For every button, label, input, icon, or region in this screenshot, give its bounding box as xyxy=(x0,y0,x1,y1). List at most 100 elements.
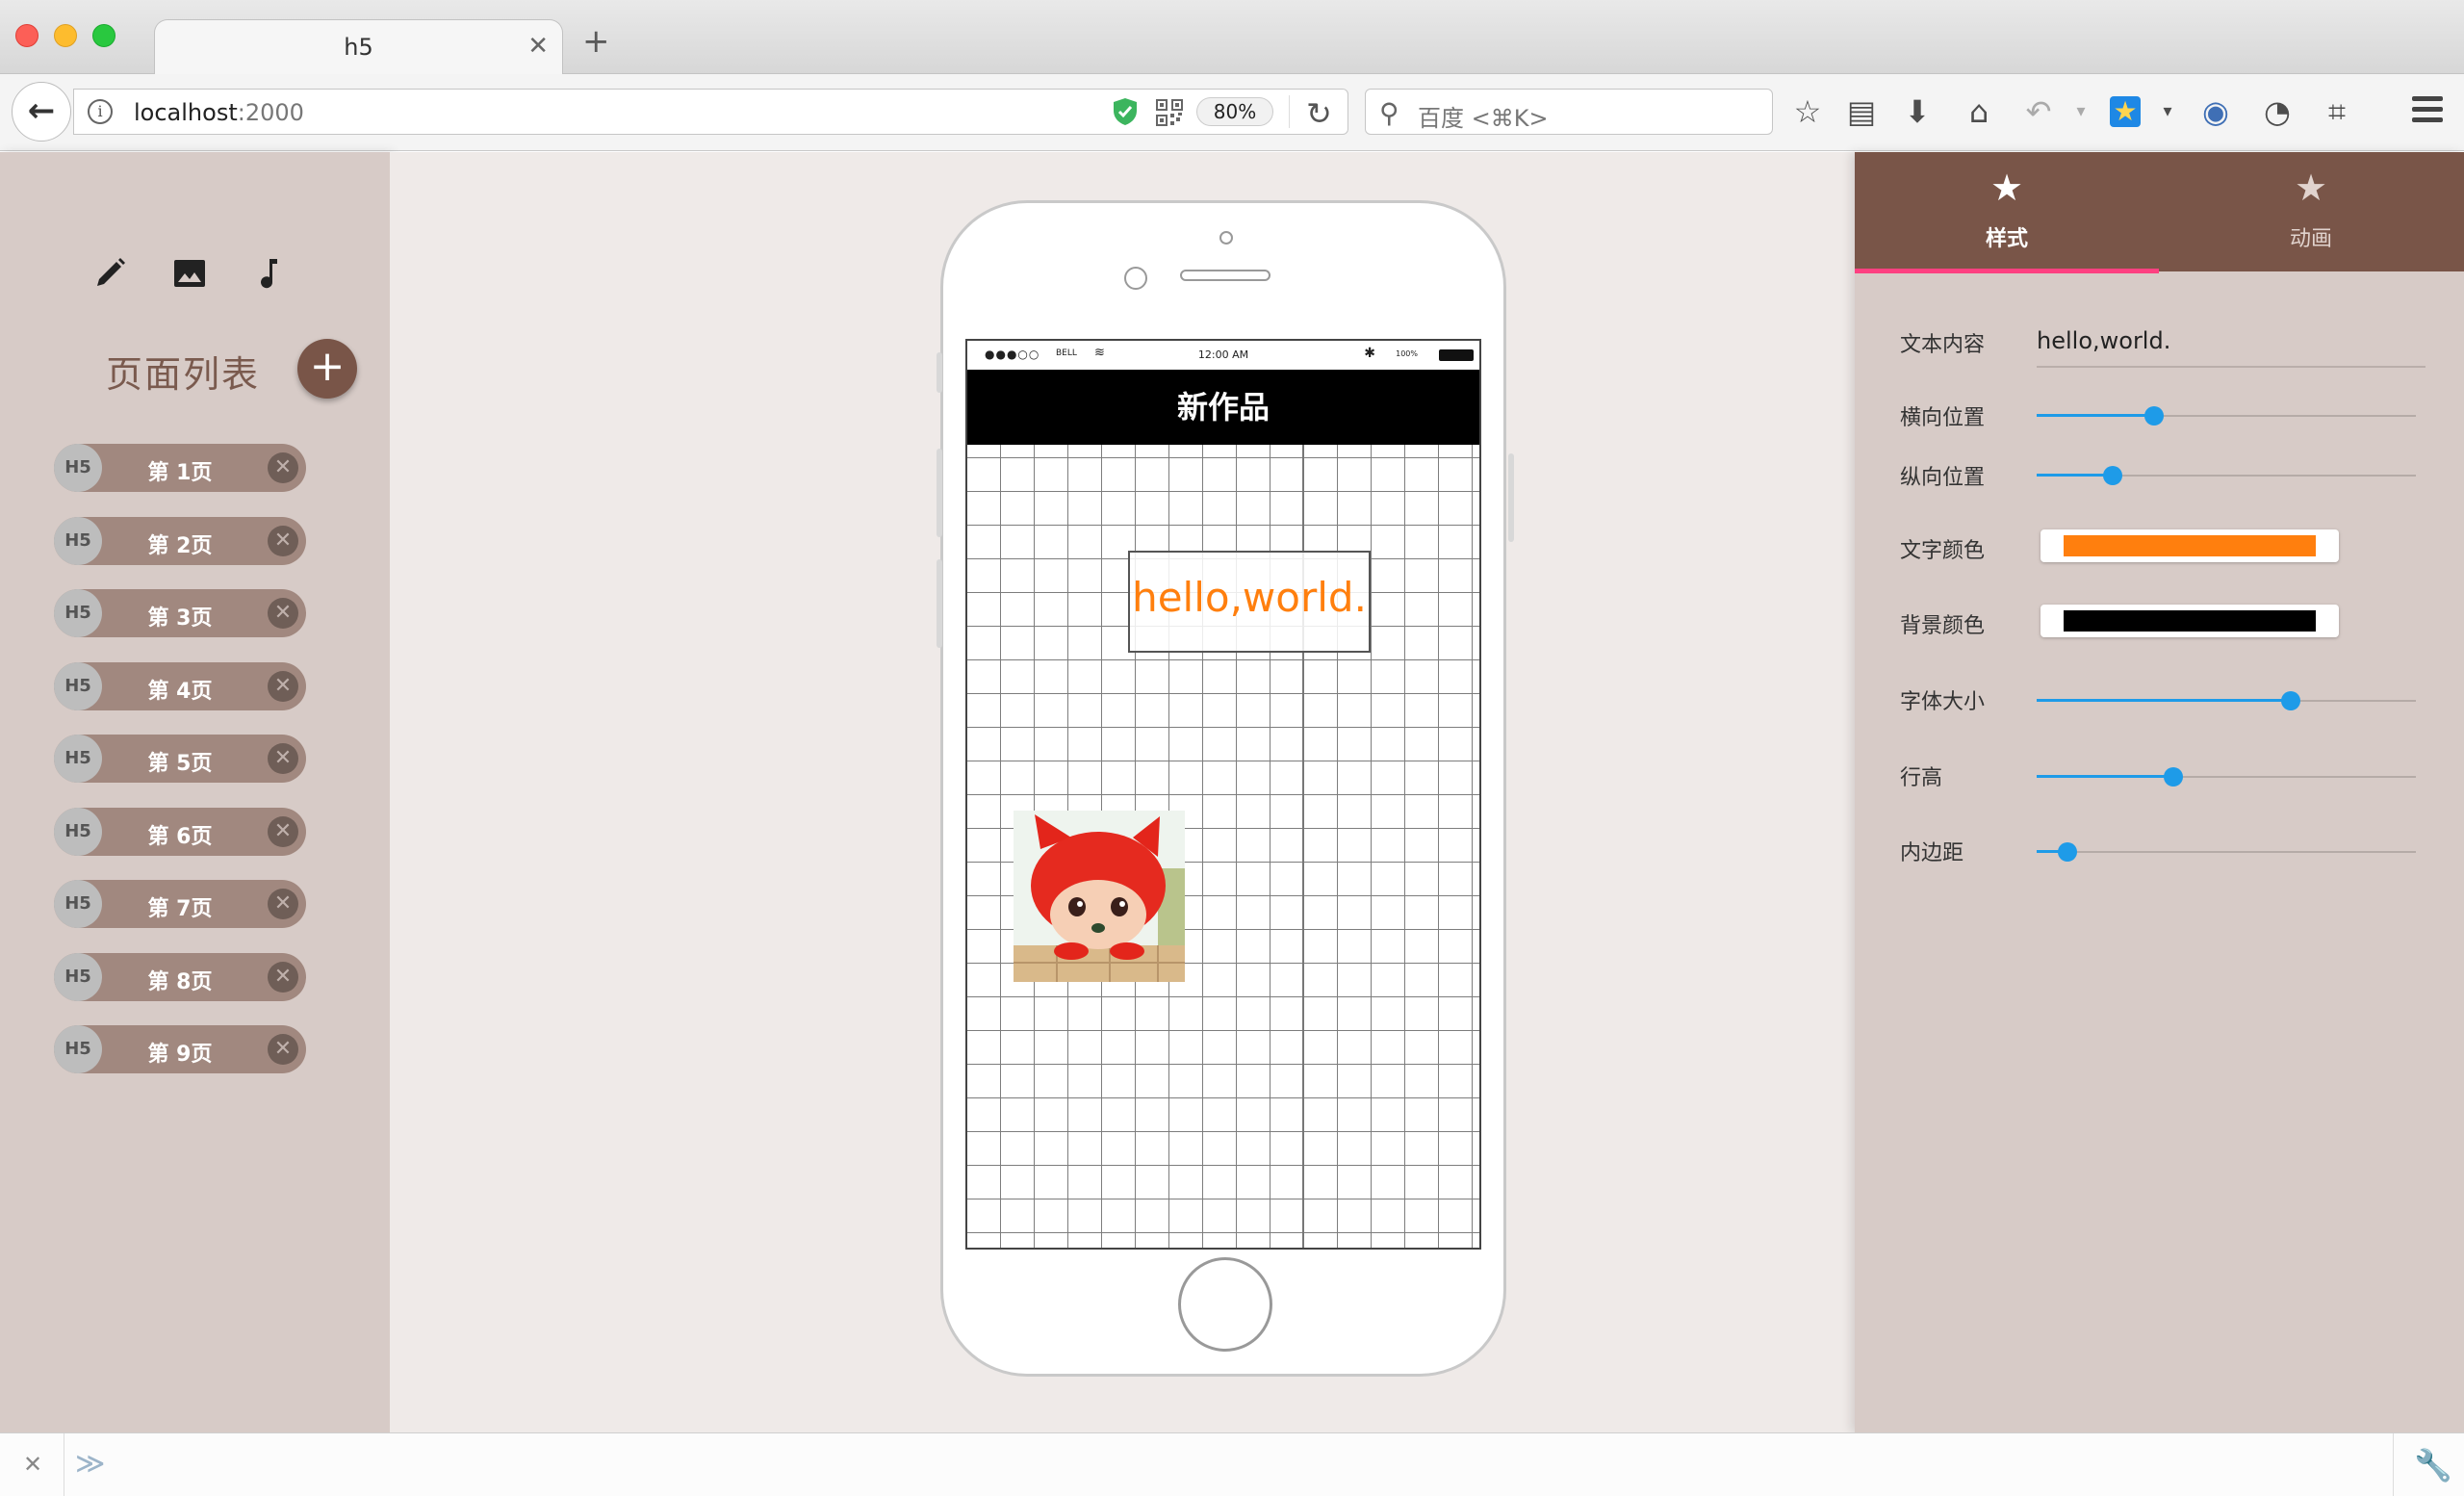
search-bar[interactable]: ⚲ 百度 <⌘K> xyxy=(1365,89,1773,135)
padding-slider[interactable] xyxy=(2037,842,2416,862)
browser-tabstrip: h5 ✕ + xyxy=(0,0,2464,75)
shield-check-icon[interactable] xyxy=(1112,97,1139,126)
developer-console-bar: ✕ ≫ 🔧 xyxy=(0,1432,2464,1496)
phone-status-bar: ●●●○○ BELL ≋ 12:00 AM ✱ 100% xyxy=(967,341,1479,370)
padding-label: 内边距 xyxy=(1900,841,1964,865)
background-color-picker[interactable] xyxy=(2040,605,2339,637)
page-chip[interactable]: H5 第 8页 ✕ xyxy=(54,952,306,1001)
page-chip[interactable]: H5 第 4页 ✕ xyxy=(54,661,306,710)
page-delete-icon[interactable]: ✕ xyxy=(268,1034,298,1065)
browser-tab[interactable]: h5 ✕ xyxy=(154,19,563,75)
slider-thumb[interactable] xyxy=(2057,842,2077,862)
add-page-button[interactable]: + xyxy=(297,339,357,399)
extension-star-icon[interactable]: ★ xyxy=(2104,90,2146,133)
vertical-position-label: 纵向位置 xyxy=(1900,466,1986,490)
console-close-icon[interactable]: ✕ xyxy=(23,1451,42,1478)
extension-globe-icon[interactable]: ◉ xyxy=(2194,90,2237,133)
horizontal-position-slider[interactable] xyxy=(2037,406,2416,426)
back-button[interactable]: ← xyxy=(12,82,71,142)
slider-thumb[interactable] xyxy=(2102,466,2122,485)
page-delete-icon[interactable]: ✕ xyxy=(268,815,298,847)
slider-thumb[interactable] xyxy=(2163,767,2183,787)
page-delete-icon[interactable]: ✕ xyxy=(268,598,298,629)
zoom-level-badge[interactable]: 80% xyxy=(1196,97,1273,126)
slider-fill xyxy=(2037,699,2291,702)
url-divider xyxy=(1289,95,1290,128)
reload-icon[interactable]: ↻ xyxy=(1306,95,1332,132)
phone-frame: ●●●○○ BELL ≋ 12:00 AM ✱ 100% 新作品 hello,w… xyxy=(937,200,1514,1377)
page-delete-icon[interactable]: ✕ xyxy=(268,670,298,702)
page-delete-icon[interactable]: ✕ xyxy=(268,452,298,483)
download-icon[interactable]: ⬇ xyxy=(1896,90,1938,133)
line-height-slider[interactable] xyxy=(2037,767,2416,787)
url-port: :2000 xyxy=(237,99,304,126)
qr-code-icon[interactable] xyxy=(1156,99,1183,126)
console-input[interactable]: ≫ xyxy=(75,1447,105,1481)
site-info-icon[interactable]: i xyxy=(88,99,113,124)
bluetooth-icon: ✱ xyxy=(1364,346,1375,361)
undo-icon[interactable]: ↶ xyxy=(2017,90,2060,133)
tab-close-icon[interactable]: ✕ xyxy=(527,32,549,61)
phone-speaker xyxy=(1180,270,1270,281)
page-chip[interactable]: H5 第 9页 ✕ xyxy=(54,1025,306,1073)
text-content-input[interactable]: hello,world. xyxy=(2037,325,2426,368)
text-element[interactable]: hello,world. xyxy=(1128,551,1371,653)
page-list: H5 第 1页 ✕ H5 第 2页 ✕ H5 第 3页 ✕ H5 第 4页 ✕ H5 第 5页 ✕ … xyxy=(54,444,306,1098)
wrench-icon[interactable]: 🔧 xyxy=(2414,1447,2452,1483)
undo-dropdown-icon[interactable]: ▾ xyxy=(2060,90,2102,133)
home-icon[interactable]: ⌂ xyxy=(1958,90,2000,133)
menu-icon[interactable] xyxy=(2406,90,2449,133)
search-input[interactable]: 百度 <⌘K> xyxy=(1418,99,1549,133)
slider-thumb[interactable] xyxy=(2280,691,2300,710)
background-color-label: 背景颜色 xyxy=(1900,614,1986,638)
slider-track xyxy=(2037,851,2416,853)
phone-power-button xyxy=(1508,453,1514,542)
crop-icon[interactable]: ⌗ xyxy=(2316,90,2358,133)
slider-fill xyxy=(2037,775,2173,778)
background-color-swatch xyxy=(2064,610,2316,632)
image-icon[interactable] xyxy=(168,252,211,295)
text-content-label: 文本内容 xyxy=(1900,333,1986,357)
window-zoom-button[interactable] xyxy=(92,24,116,47)
reading-list-icon[interactable]: ▤ xyxy=(1840,90,1883,133)
pencil-icon[interactable] xyxy=(89,252,131,295)
extension-speedometer-icon[interactable]: ◔ xyxy=(2256,90,2298,133)
window-close-button[interactable] xyxy=(15,24,38,47)
phone-sensor xyxy=(1124,267,1147,290)
page-chip[interactable]: H5 第 1页 ✕ xyxy=(54,444,306,492)
url-bar[interactable]: i localhost:2000 80% ↻ xyxy=(73,89,1348,135)
page-chip[interactable]: H5 第 5页 ✕ xyxy=(54,735,306,783)
slider-thumb[interactable] xyxy=(2144,406,2165,426)
bookmark-star-icon[interactable]: ☆ xyxy=(1786,90,1829,133)
fox-image-element[interactable] xyxy=(1014,811,1185,982)
phone-screen[interactable]: ●●●○○ BELL ≋ 12:00 AM ✱ 100% 新作品 hello,w… xyxy=(965,339,1481,1250)
extension-dropdown-icon[interactable]: ▾ xyxy=(2146,90,2189,133)
new-tab-button[interactable]: + xyxy=(582,25,610,58)
page-delete-icon[interactable]: ✕ xyxy=(268,525,298,556)
horizontal-position-label: 横向位置 xyxy=(1900,406,1986,430)
tab-animation[interactable]: ★ 动画 xyxy=(2159,152,2463,271)
tab-style[interactable]: ★ 样式 xyxy=(1855,152,2159,271)
page-chip[interactable]: H5 第 7页 ✕ xyxy=(54,880,306,928)
font-size-slider[interactable] xyxy=(2037,691,2416,710)
page-list-title: 页面列表 xyxy=(106,353,261,396)
phone-home-button xyxy=(1178,1257,1272,1352)
app-header-title: 新作品 xyxy=(967,370,1479,445)
page-chip[interactable]: H5 第 3页 ✕ xyxy=(54,589,306,637)
properties-panel: ★ 样式 ★ 动画 文本内容 hello,world. 横向位置 纵向位置 文字… xyxy=(1855,152,2464,1432)
vertical-position-slider[interactable] xyxy=(2037,466,2416,485)
page-delete-icon[interactable]: ✕ xyxy=(268,743,298,774)
window-minimize-button[interactable] xyxy=(54,24,77,47)
text-color-picker[interactable] xyxy=(2040,529,2339,562)
font-size-label: 字体大小 xyxy=(1900,690,1986,714)
page-delete-icon[interactable]: ✕ xyxy=(268,889,298,919)
page-chip[interactable]: H5 第 2页 ✕ xyxy=(54,516,306,565)
page-delete-icon[interactable]: ✕ xyxy=(268,961,298,993)
text-element-content: hello,world. xyxy=(1132,574,1367,621)
page-chip[interactable]: H5 第 6页 ✕ xyxy=(54,807,306,856)
music-note-icon[interactable] xyxy=(248,252,291,295)
properties-tabs: ★ 样式 ★ 动画 xyxy=(1855,152,2464,273)
url-text[interactable]: localhost:2000 xyxy=(134,99,304,126)
tab-style-label: 样式 xyxy=(1985,227,2028,251)
battery-percent: 100% xyxy=(1396,349,1418,358)
